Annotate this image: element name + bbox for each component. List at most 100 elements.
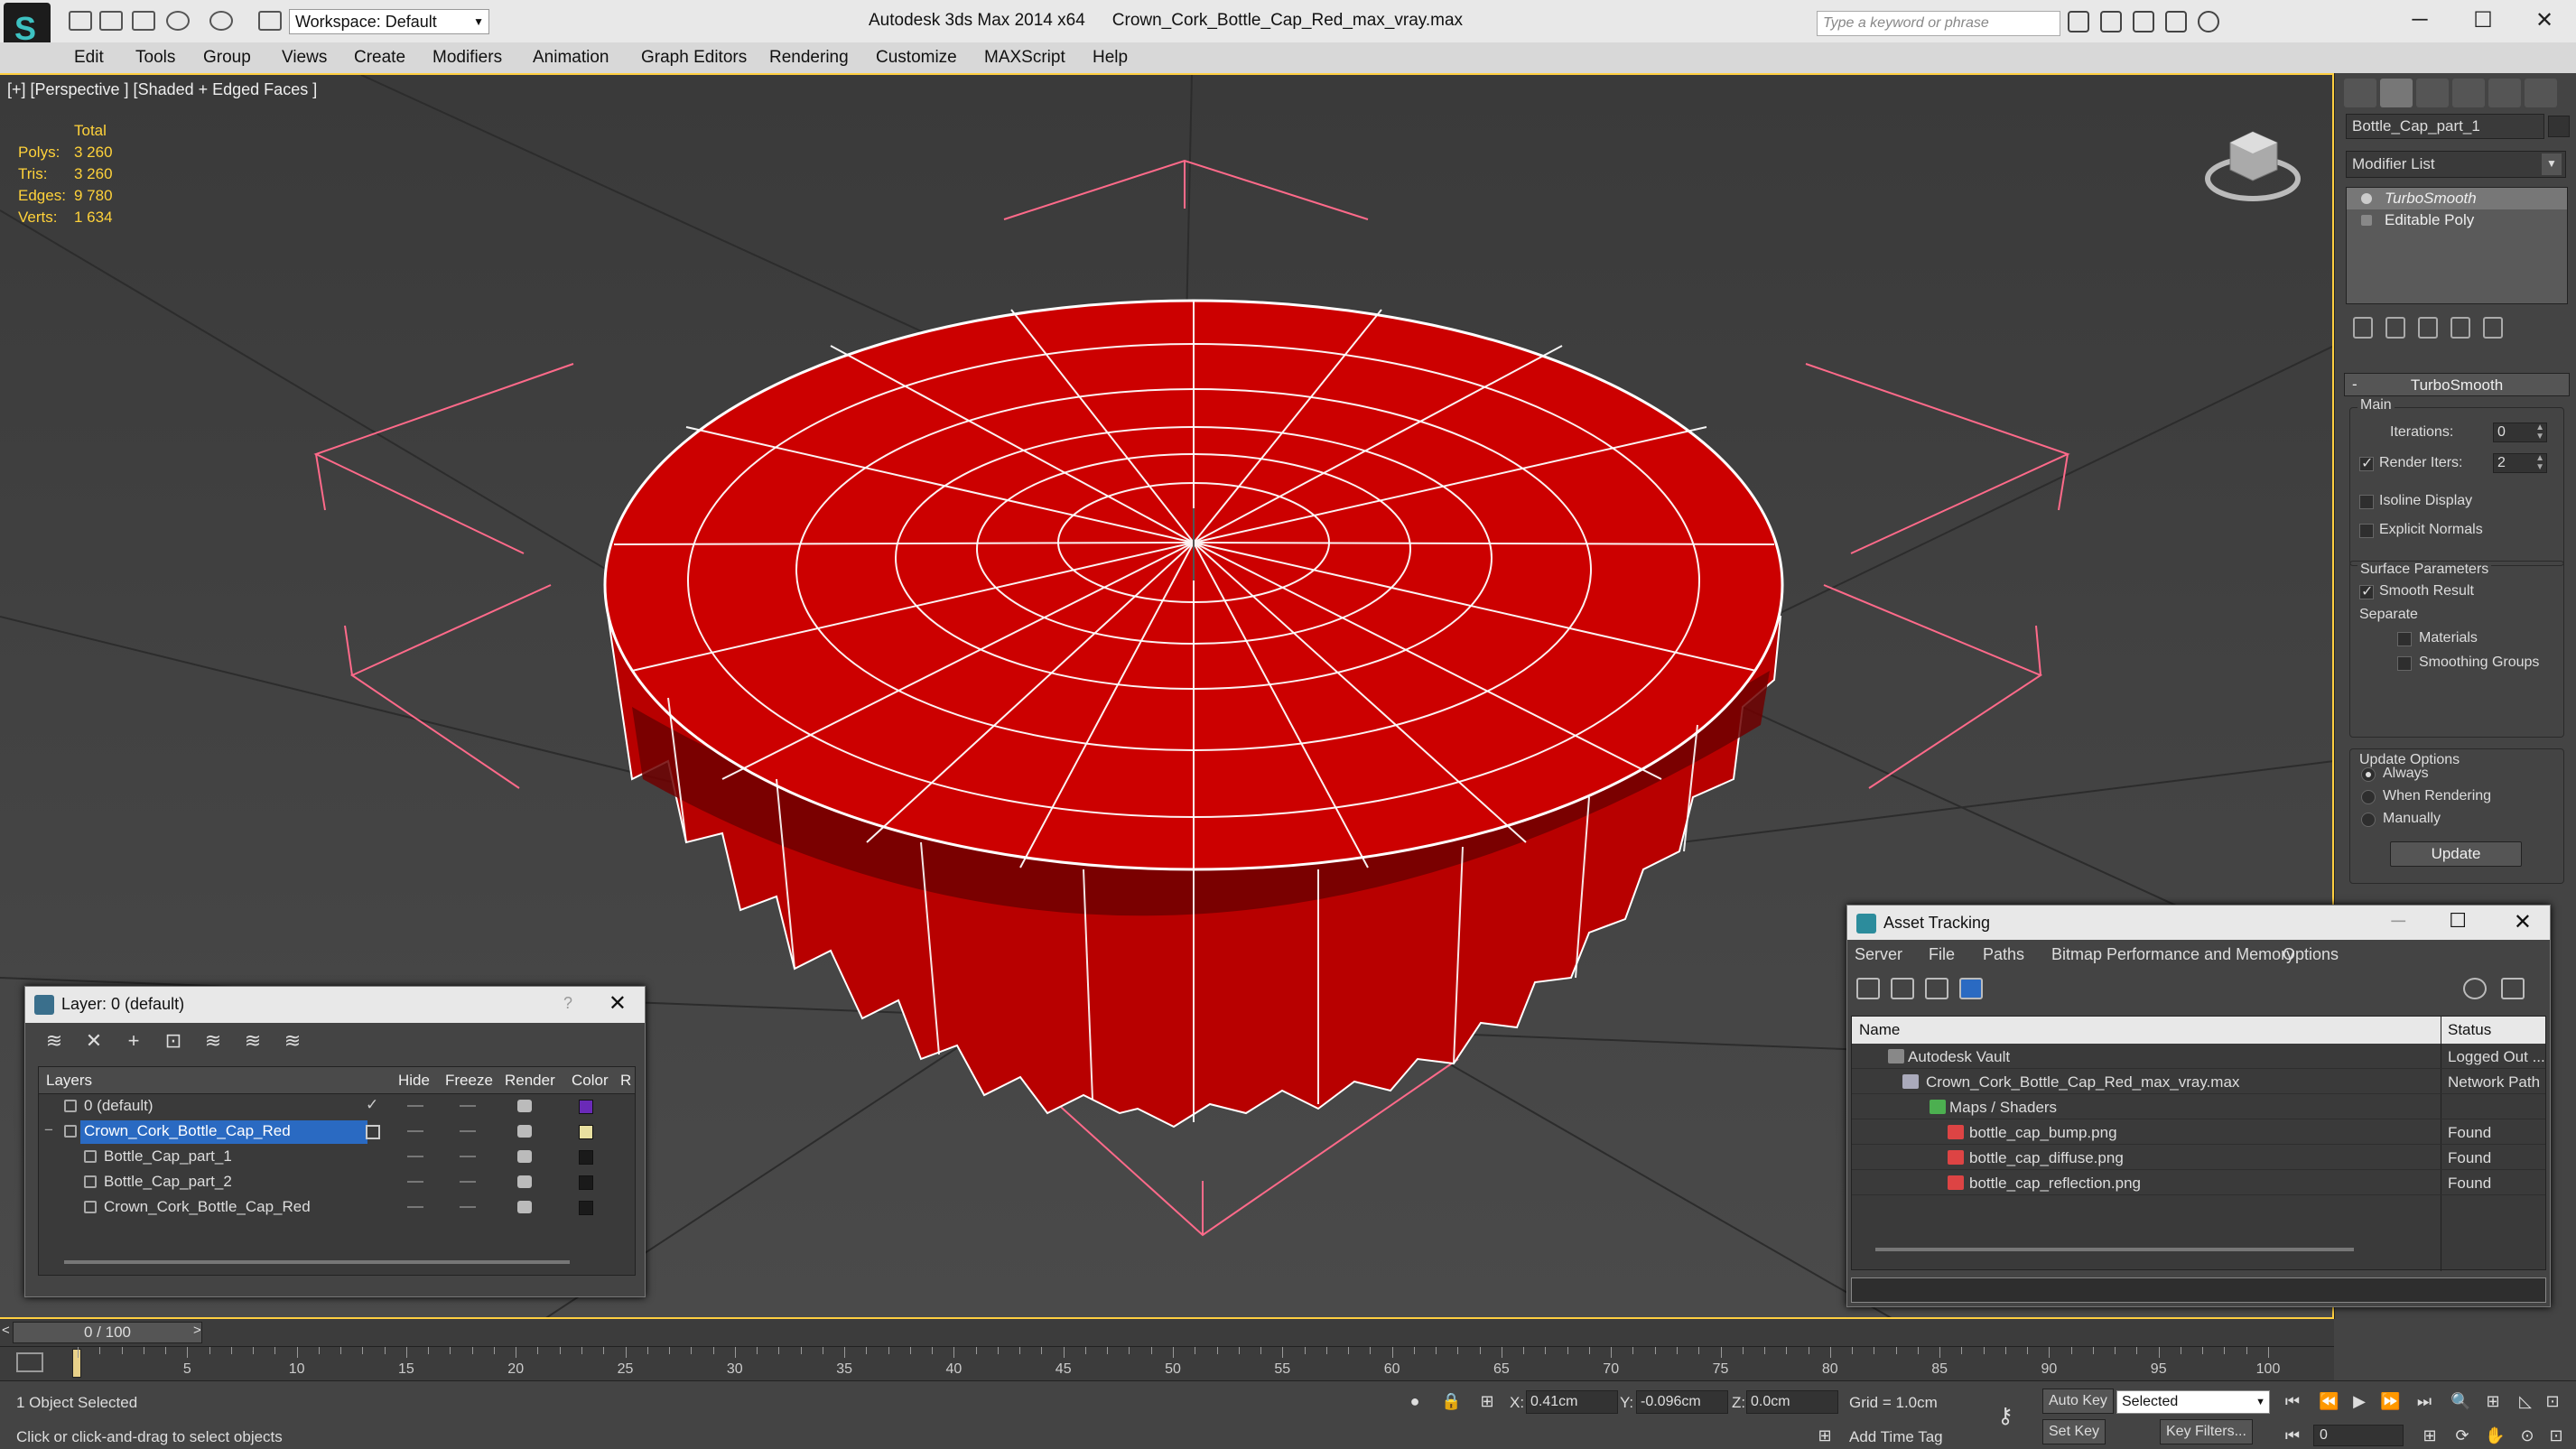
previous-key-icon[interactable]: ⏪: [2319, 1392, 2339, 1412]
freeze-toggle[interactable]: [460, 1156, 476, 1157]
explicit-normals-checkbox[interactable]: [2359, 524, 2374, 538]
utilities-tab-icon[interactable]: [2525, 79, 2557, 107]
hide-all-icon[interactable]: ≋: [242, 1030, 264, 1052]
go-to-start-icon[interactable]: ⏮: [2283, 1392, 2302, 1412]
add-time-tag-button[interactable]: Add Time Tag: [1849, 1428, 1943, 1446]
pin-stack-icon[interactable]: [2353, 317, 2373, 339]
list-view-icon[interactable]: [1891, 978, 1914, 999]
menu-maxscript[interactable]: MAXScript: [984, 48, 1065, 68]
motion-tab-icon[interactable]: [2452, 79, 2485, 107]
hide-toggle[interactable]: [407, 1105, 423, 1107]
table-row[interactable]: bottle_cap_diffuse.png Found: [1852, 1145, 2545, 1170]
object-color-swatch[interactable]: [579, 1175, 593, 1190]
freeze-toggle[interactable]: [460, 1130, 476, 1132]
hide-toggle[interactable]: [407, 1156, 423, 1157]
maximize-viewport-icon[interactable]: ⊡: [2543, 1392, 2562, 1412]
menu-edit[interactable]: Edit: [74, 48, 104, 68]
delete-layer-icon[interactable]: ✕: [83, 1030, 105, 1052]
turbosmooth-rollout-header[interactable]: - TurboSmooth: [2344, 373, 2570, 396]
help-button[interactable]: ?: [563, 994, 572, 1013]
go-to-end-icon[interactable]: ⏭: [2414, 1392, 2434, 1412]
menu-customize[interactable]: Customize: [876, 48, 957, 68]
materials-checkbox[interactable]: [2397, 632, 2412, 646]
manually-radio[interactable]: [2361, 813, 2376, 827]
isoline-display-checkbox[interactable]: [2359, 495, 2374, 509]
subscription-icon[interactable]: [2100, 11, 2122, 33]
current-frame-field[interactable]: 0: [2313, 1425, 2404, 1446]
menu-create[interactable]: Create: [354, 48, 405, 68]
isolate-selection-icon[interactable]: ●: [1405, 1392, 1425, 1412]
walk-through-icon[interactable]: ⊙: [2517, 1426, 2537, 1446]
table-row[interactable]: Bottle_Cap_part_1: [39, 1145, 635, 1170]
minimize-button[interactable]: ─: [2402, 7, 2438, 33]
spinner-arrows-icon[interactable]: ▲ ▼: [2535, 423, 2544, 441]
col-render[interactable]: Render: [505, 1072, 555, 1090]
table-row[interactable]: 0 (default) ✓: [39, 1094, 635, 1119]
create-layer-icon[interactable]: ≋: [43, 1030, 65, 1052]
freeze-all-icon[interactable]: ≋: [282, 1030, 303, 1052]
asset-menu-paths[interactable]: Paths: [1983, 945, 2024, 964]
time-slider[interactable]: < 0 / 100 >: [0, 1319, 2334, 1346]
object-color-swatch[interactable]: [2548, 116, 2570, 137]
time-tag-icon[interactable]: ⊞: [1815, 1426, 1835, 1446]
table-row[interactable]: Crown_Cork_Bottle_Cap_Red_max_vray.max N…: [1852, 1069, 2545, 1094]
hierarchy-tab-icon[interactable]: [2416, 79, 2449, 107]
stack-item-turbosmooth[interactable]: TurboSmooth: [2347, 188, 2567, 209]
asset-menu-file[interactable]: File: [1929, 945, 1955, 964]
search-input[interactable]: Type a keyword or phrase: [1817, 11, 2060, 36]
menu-help[interactable]: Help: [1093, 48, 1128, 68]
render-teapot-icon[interactable]: [517, 1201, 532, 1213]
col-hide[interactable]: Hide: [398, 1072, 430, 1090]
object-color-swatch[interactable]: [579, 1150, 593, 1165]
expand-icon[interactable]: [2361, 215, 2372, 226]
next-key-icon[interactable]: ⏩: [2380, 1392, 2400, 1412]
render-iters-spinner[interactable]: 2 ▲ ▼: [2493, 453, 2547, 473]
object-name[interactable]: Crown_Cork_Bottle_Cap_Red: [100, 1196, 314, 1220]
add-to-layer-icon[interactable]: +: [123, 1030, 144, 1052]
create-tab-icon[interactable]: [2344, 79, 2376, 107]
set-current-layer-icon[interactable]: [366, 1125, 380, 1139]
layer-name[interactable]: 0 (default): [80, 1095, 157, 1119]
mini-curve-editor-icon[interactable]: [16, 1352, 43, 1372]
minimize-button[interactable]: ─: [2391, 909, 2405, 933]
key-filters-button[interactable]: Key Filters...: [2160, 1419, 2253, 1444]
maximize-toggle-icon[interactable]: ⊡: [2546, 1426, 2566, 1446]
menu-graph-editors[interactable]: Graph Editors: [641, 48, 747, 68]
menu-animation[interactable]: Animation: [533, 48, 609, 68]
tree-view-icon[interactable]: [1959, 978, 1983, 999]
when-rendering-radio[interactable]: [2361, 790, 2376, 804]
always-radio[interactable]: [2361, 767, 2376, 782]
track-bar[interactable]: 5 10 15 20 25 30 35 40 45 50 55 60 65 70 75 80 85 90 95 100: [0, 1346, 2334, 1380]
key-set-dropdown[interactable]: Selected ▼: [2116, 1390, 2270, 1414]
field-of-view-icon[interactable]: ◺: [2516, 1392, 2535, 1412]
select-objects-icon[interactable]: ⊡: [163, 1030, 184, 1052]
menu-modifiers[interactable]: Modifiers: [432, 48, 502, 68]
render-iters-checkbox[interactable]: [2359, 454, 2374, 472]
open-file-icon[interactable]: [99, 11, 123, 31]
key-icon[interactable]: ⚷: [1995, 1403, 2015, 1428]
modify-tab-icon[interactable]: [2380, 79, 2413, 107]
table-row[interactable]: Bottle_Cap_part_2: [39, 1170, 635, 1195]
refresh-icon[interactable]: [1856, 978, 1880, 999]
asset-dialog-titlebar[interactable]: Asset Tracking ─ ☐ ✕: [1847, 906, 2550, 940]
key-mode-icon[interactable]: ⏮: [2283, 1426, 2302, 1446]
freeze-toggle[interactable]: [460, 1206, 476, 1208]
zoom-icon[interactable]: 🔍: [2450, 1392, 2470, 1412]
freeze-toggle[interactable]: [460, 1105, 476, 1107]
display-tab-icon[interactable]: [2488, 79, 2521, 107]
active-layer-check-icon[interactable]: ✓: [366, 1096, 378, 1114]
smoothing-groups-checkbox[interactable]: [2397, 656, 2412, 671]
asset-menu-server[interactable]: Server: [1855, 945, 1902, 964]
y-coordinate-field[interactable]: -0.096cm: [1636, 1390, 1728, 1414]
render-teapot-icon[interactable]: [517, 1100, 532, 1112]
layer-color-swatch[interactable]: [579, 1125, 593, 1139]
object-color-swatch[interactable]: [579, 1201, 593, 1215]
new-file-icon[interactable]: [69, 11, 92, 31]
bottle-cap-mesh[interactable]: [603, 299, 1784, 1129]
close-button[interactable]: ✕: [2526, 7, 2562, 33]
object-name[interactable]: Bottle_Cap_part_1: [100, 1146, 236, 1169]
hide-toggle[interactable]: [407, 1181, 423, 1183]
help-icon[interactable]: [2198, 11, 2219, 33]
table-row[interactable]: Maps / Shaders: [1852, 1094, 2545, 1119]
freeze-toggle[interactable]: [460, 1181, 476, 1183]
